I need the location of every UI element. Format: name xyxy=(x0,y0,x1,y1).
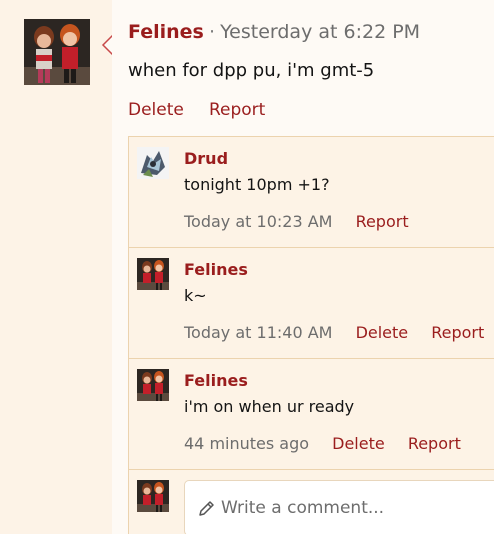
comment-text: i'm on when ur ready xyxy=(184,397,355,416)
message-header: Felines · Yesterday at 6:22 PM xyxy=(128,21,420,43)
report-link[interactable]: Report xyxy=(209,100,265,120)
comment-composer: Write a comment... xyxy=(129,470,494,534)
comment-meta: Today at 11:40 AM Delete Report xyxy=(184,323,494,342)
delete-link[interactable]: Delete xyxy=(128,100,184,120)
comment-author[interactable]: Drud xyxy=(184,149,228,168)
avatar[interactable] xyxy=(137,480,169,512)
comment-text: k~ xyxy=(184,286,207,305)
felines-avatar-image xyxy=(137,480,169,512)
message-actions: Delete Report xyxy=(128,100,285,120)
comment-list: Drud tonight 10pm +1? Today at 10:23 AM … xyxy=(128,136,494,534)
message: Felines · Yesterday at 6:22 PM when for … xyxy=(112,0,494,534)
separator: · xyxy=(208,21,215,43)
avatar[interactable] xyxy=(137,258,169,290)
report-link[interactable]: Report xyxy=(408,434,461,453)
delete-link[interactable]: Delete xyxy=(356,323,409,342)
username[interactable]: Felines xyxy=(128,21,204,43)
comment: Felines i'm on when ur ready 44 minutes … xyxy=(129,359,494,470)
pencil-icon xyxy=(199,501,214,516)
report-link[interactable]: Report xyxy=(431,323,484,342)
comment: Felines k~ Today at 11:40 AM Delete Repo… xyxy=(129,248,494,359)
comment-author[interactable]: Felines xyxy=(184,260,248,279)
message-body: when for dpp pu, i'm gmt-5 xyxy=(128,60,375,81)
comment-meta: Today at 10:23 AM Report xyxy=(184,212,427,231)
comment-meta: 44 minutes ago Delete Report xyxy=(184,434,479,453)
avatar[interactable] xyxy=(24,19,90,85)
delete-link[interactable]: Delete xyxy=(332,434,385,453)
comment-input[interactable]: Write a comment... xyxy=(184,480,494,534)
comment-timestamp[interactable]: 44 minutes ago xyxy=(184,434,309,453)
felines-avatar-image xyxy=(137,369,169,401)
felines-avatar-image xyxy=(137,258,169,290)
avatar[interactable] xyxy=(137,369,169,401)
report-link[interactable]: Report xyxy=(356,212,409,231)
comment-text: tonight 10pm +1? xyxy=(184,175,330,194)
timestamp[interactable]: Yesterday at 6:22 PM xyxy=(220,21,420,43)
comment-placeholder: Write a comment... xyxy=(221,498,385,518)
comment-timestamp[interactable]: Today at 10:23 AM xyxy=(184,212,332,231)
comment-timestamp[interactable]: Today at 11:40 AM xyxy=(184,323,332,342)
drud-avatar-image xyxy=(137,147,169,179)
felines-avatar-image xyxy=(24,19,90,85)
comment: Drud tonight 10pm +1? Today at 10:23 AM … xyxy=(129,137,494,248)
comment-author[interactable]: Felines xyxy=(184,371,248,390)
avatar[interactable] xyxy=(137,147,169,179)
